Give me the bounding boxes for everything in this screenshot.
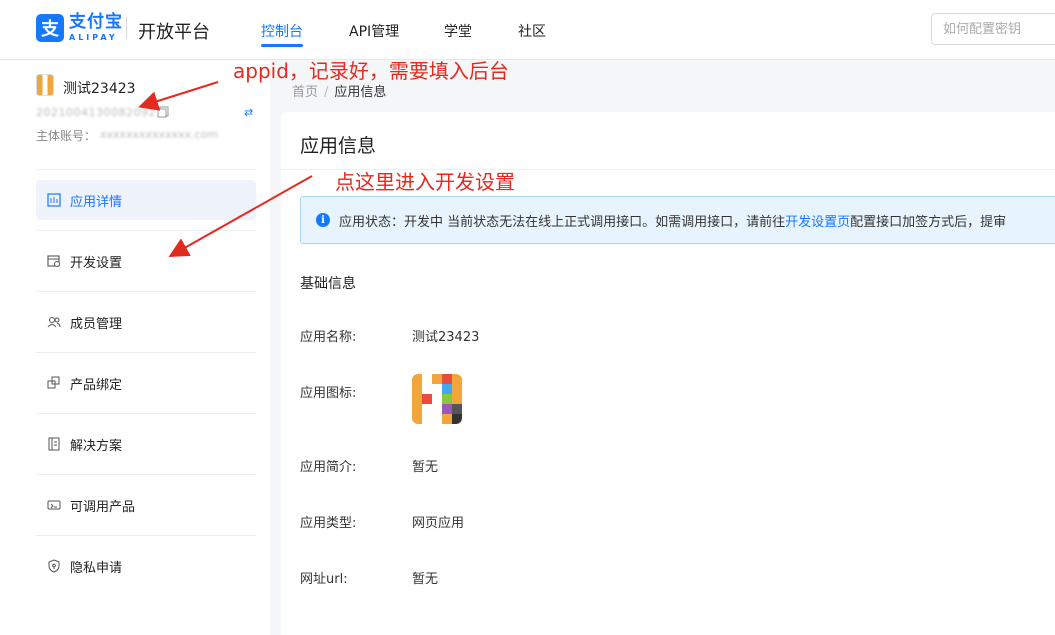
field-value-app-name: 测试23423 bbox=[412, 330, 480, 345]
sidebar-item-privacy[interactable]: 隐私申请 bbox=[36, 546, 256, 586]
sidebar-divider bbox=[36, 474, 256, 475]
switch-app-icon[interactable]: ⇄ bbox=[244, 106, 253, 119]
privacy-icon bbox=[47, 559, 61, 573]
app-icon-image bbox=[412, 374, 462, 424]
members-icon bbox=[47, 315, 61, 329]
sidebar-item-dev-settings[interactable]: 开发设置 bbox=[36, 241, 256, 281]
nav-academy[interactable]: 学堂 bbox=[444, 21, 472, 41]
field-label-app-type: 应用类型: bbox=[300, 516, 357, 531]
solution-icon bbox=[47, 437, 61, 451]
dev-settings-link[interactable]: 开发设置页 bbox=[785, 211, 850, 230]
alert-text-suffix: 配置接口加签方式后，提审 bbox=[850, 214, 1007, 230]
field-label-app-name: 应用名称: bbox=[300, 330, 357, 345]
nav-console[interactable]: 控制台 bbox=[261, 21, 303, 41]
app-detail-icon bbox=[47, 193, 61, 207]
field-value-url: 暂无 bbox=[412, 572, 439, 587]
nav-api-management[interactable]: API管理 bbox=[349, 21, 399, 41]
field-label-app-desc: 应用简介: bbox=[300, 460, 357, 475]
brand: 支付宝 ALIPAY bbox=[69, 14, 123, 42]
alipay-logo[interactable]: 支 bbox=[36, 14, 64, 42]
sidebar-item-solution[interactable]: 解决方案 bbox=[36, 424, 256, 464]
sidebar-item-callable-products[interactable]: 可调用产品 bbox=[36, 485, 256, 525]
page-title: 应用信息 bbox=[300, 135, 377, 157]
nav-active-indicator bbox=[261, 44, 303, 47]
sidebar-divider bbox=[36, 352, 256, 353]
sidebar-item-app-detail[interactable]: 应用详情 bbox=[36, 180, 256, 220]
top-bar: 支 支付宝 ALIPAY 开放平台 控制台 API管理 学堂 社区 bbox=[0, 0, 1055, 60]
sidebar-divider bbox=[36, 291, 256, 292]
alert-text: 应用状态：开发中 当前状态无法在线上正式调用接口。如需调用接口，请前往 bbox=[339, 214, 786, 230]
owner-value: xxxxxxxxxxxxxx.com bbox=[100, 128, 219, 141]
status-alert: i 应用状态：开发中 当前状态无法在线上正式调用接口。如需调用接口，请前往 开发设… bbox=[300, 196, 1055, 244]
field-label-url: 网址url: bbox=[300, 572, 348, 587]
owner-label: 主体账号： bbox=[36, 129, 97, 143]
logo-glyph: 支 bbox=[41, 19, 59, 40]
product-bind-icon bbox=[47, 376, 61, 390]
info-icon: i bbox=[316, 213, 330, 227]
callable-products-icon bbox=[47, 498, 61, 512]
appid-value: 2021004130082092 bbox=[36, 106, 156, 119]
breadcrumb-separator: / bbox=[324, 85, 329, 100]
sidebar-item-label: 产品绑定 bbox=[70, 377, 123, 393]
sidebar-item-members[interactable]: 成员管理 bbox=[36, 302, 256, 342]
search-input[interactable] bbox=[931, 13, 1055, 45]
breadcrumb-current: 应用信息 bbox=[334, 85, 387, 100]
field-value-app-type: 网页应用 bbox=[412, 516, 465, 531]
sidebar-item-label: 解决方案 bbox=[70, 438, 123, 454]
dev-settings-icon bbox=[47, 254, 61, 268]
sidebar-divider bbox=[36, 413, 256, 414]
field-label-app-icon: 应用图标: bbox=[300, 386, 357, 401]
dev-settings-annotation: 点这里进入开发设置 bbox=[335, 170, 515, 194]
app-name: 测试23423 bbox=[63, 81, 136, 97]
sidebar-item-label: 可调用产品 bbox=[70, 499, 136, 515]
section-title: 基础信息 bbox=[300, 276, 356, 292]
sidebar-item-label: 开发设置 bbox=[70, 255, 123, 271]
copy-icon[interactable] bbox=[157, 106, 169, 118]
breadcrumb-home[interactable]: 首页 bbox=[292, 85, 318, 100]
nav-community[interactable]: 社区 bbox=[518, 21, 546, 41]
sidebar-divider bbox=[36, 535, 256, 536]
sidebar-item-label: 成员管理 bbox=[70, 316, 123, 332]
app-avatar bbox=[36, 74, 54, 96]
sidebar-divider bbox=[36, 230, 256, 231]
brand-en: ALIPAY bbox=[69, 33, 118, 42]
sidebar-divider bbox=[36, 169, 256, 170]
brand-cn: 支付宝 bbox=[69, 12, 123, 32]
appid-annotation: appid，记录好，需要填入后台 bbox=[233, 59, 509, 83]
brand-divider bbox=[126, 17, 127, 39]
sidebar-item-label: 应用详情 bbox=[70, 194, 123, 210]
platform-title[interactable]: 开放平台 bbox=[138, 18, 210, 44]
sidebar-item-label: 隐私申请 bbox=[70, 560, 123, 576]
sidebar-item-product-bind[interactable]: 产品绑定 bbox=[36, 363, 256, 403]
field-value-app-desc: 暂无 bbox=[412, 460, 439, 475]
